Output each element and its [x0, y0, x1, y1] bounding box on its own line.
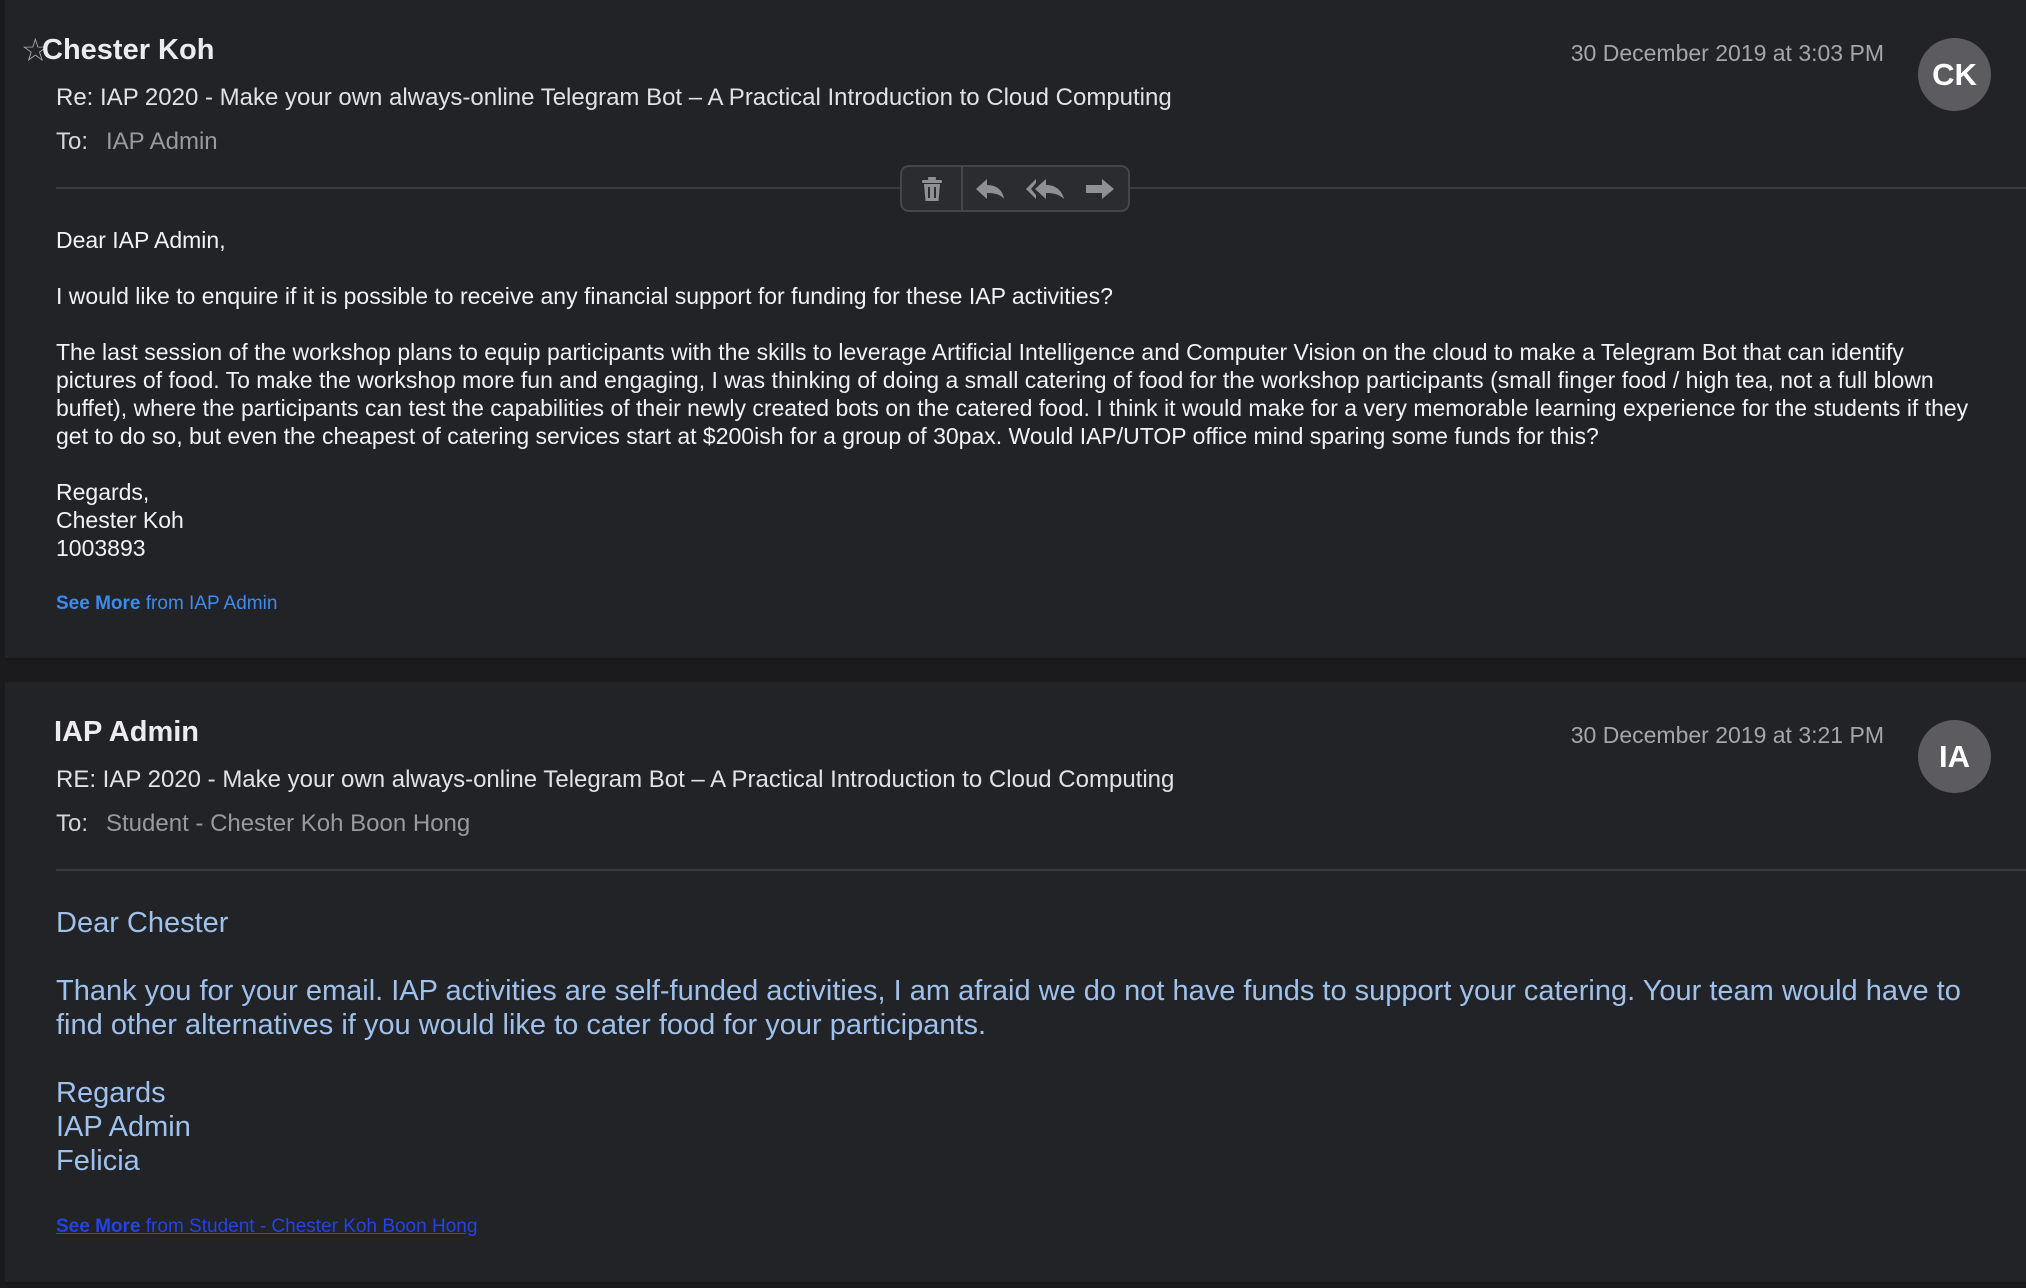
message-body: Dear IAP Admin, I would like to enquire … — [56, 226, 1986, 562]
body-paragraph: The last session of the workshop plans t… — [56, 339, 1969, 449]
reply-all-icon — [1026, 178, 1064, 199]
sender-name: IAP Admin — [54, 716, 200, 748]
message-date: 30 December 2019 at 3:03 PM — [1570, 40, 1884, 66]
see-more-label: See More — [56, 593, 141, 614]
to-label: To: — [56, 810, 89, 837]
signature-line: Chester Koh — [56, 507, 184, 533]
message-card-1: ☆ Chester Koh 30 December 2019 at 3:03 P… — [5, 0, 2026, 661]
see-more-link[interactable]: See More from Student - Chester Koh Boon… — [56, 1216, 477, 1238]
signature-line: IAP Admin — [56, 1111, 191, 1143]
message-card-2: IAP Admin 30 December 2019 at 3:21 PM IA… — [5, 682, 2026, 1285]
avatar-initials: IA — [1939, 738, 1970, 774]
forward-icon — [1085, 178, 1114, 199]
reply-icon — [976, 178, 1004, 199]
sender-name: Chester Koh — [42, 34, 215, 66]
see-more-link[interactable]: See More from IAP Admin — [56, 593, 277, 615]
avatar-initials: CK — [1932, 56, 1977, 92]
subject-line: Re: IAP 2020 - Make your own always-onli… — [56, 84, 1172, 111]
avatar: CK — [1918, 38, 1991, 111]
message-toolbar — [900, 165, 1130, 212]
see-more-from: from Student - Chester Koh Boon Hong — [145, 1216, 478, 1237]
body-paragraph: Dear IAP Admin, — [56, 227, 226, 253]
to-label: To: — [56, 128, 89, 155]
body-paragraph: I would like to enquire if it is possibl… — [56, 283, 1113, 309]
subject-line: RE: IAP 2020 - Make your own always-onli… — [56, 766, 1175, 793]
signature-line: 1003893 — [56, 535, 146, 561]
see-more-from: from IAP Admin — [145, 593, 278, 614]
message-body: Dear Chester Thank you for your email. I… — [56, 906, 1986, 1178]
trash-icon — [921, 176, 942, 201]
message-date: 30 December 2019 at 3:21 PM — [1570, 722, 1884, 748]
see-more-label: See More — [56, 1216, 141, 1237]
delete-button[interactable] — [902, 167, 961, 210]
body-paragraph: Dear Chester — [56, 907, 229, 939]
to-recipient[interactable]: Student - Chester Koh Boon Hong — [106, 810, 470, 838]
to-recipient[interactable]: IAP Admin — [106, 128, 218, 156]
signature-line: Regards — [56, 1077, 166, 1109]
reply-all-button[interactable] — [1017, 167, 1073, 210]
avatar: IA — [1918, 720, 1991, 793]
forward-button[interactable] — [1073, 167, 1126, 210]
body-paragraph: Thank you for your email. IAP activities… — [56, 975, 1961, 1041]
header-divider — [56, 869, 2026, 871]
signature-line: Felicia — [56, 1145, 140, 1177]
signature-line: Regards, — [56, 479, 150, 505]
reply-button[interactable] — [963, 167, 1017, 210]
